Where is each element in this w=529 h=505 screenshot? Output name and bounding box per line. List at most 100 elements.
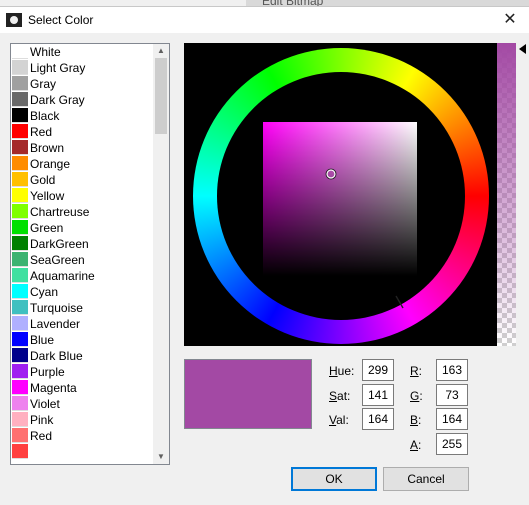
color-name-label: Gray <box>30 77 57 91</box>
list-item[interactable]: Gold <box>11 172 154 188</box>
color-name-label: Magenta <box>30 381 77 395</box>
alpha-gradient <box>497 43 516 346</box>
color-name-label: Blue <box>30 333 55 347</box>
b-field[interactable]: 164 <box>436 408 468 430</box>
sat-field[interactable]: 141 <box>362 384 394 406</box>
list-item[interactable]: Gray <box>11 76 154 92</box>
color-name-label: Aquamarine <box>30 269 95 283</box>
color-swatch <box>12 172 28 187</box>
color-name-label: Lavender <box>30 317 81 331</box>
color-swatch <box>12 140 28 155</box>
color-swatch <box>12 76 28 91</box>
list-item[interactable]: Chartreuse <box>11 204 154 220</box>
list-item[interactable]: Dark Blue <box>11 348 154 364</box>
list-item[interactable]: Violet <box>11 396 154 412</box>
color-name-label: Orange <box>30 157 71 171</box>
list-item[interactable]: Pink <box>11 412 154 428</box>
b-label: B: <box>410 413 422 427</box>
list-item[interactable]: Yellow <box>11 188 154 204</box>
color-swatch <box>12 92 28 107</box>
scroll-up-icon[interactable]: ▲ <box>153 44 169 58</box>
list-item[interactable]: Black <box>11 108 154 124</box>
close-icon[interactable]: ✕ <box>499 10 521 30</box>
cancel-button[interactable]: Cancel <box>383 467 469 491</box>
color-name-label: Dark Blue <box>30 349 83 363</box>
color-swatch <box>12 444 28 459</box>
scroll-down-icon[interactable]: ▼ <box>153 450 169 464</box>
r-field[interactable]: 163 <box>436 359 468 381</box>
list-item[interactable]: Orange <box>11 156 154 172</box>
list-item[interactable]: Lavender <box>11 316 154 332</box>
color-swatch <box>12 124 28 139</box>
color-wheel-svg[interactable] <box>184 43 497 346</box>
list-item[interactable]: Purple <box>11 364 154 380</box>
list-item[interactable]: Light Gray <box>11 60 154 76</box>
list-item[interactable]: Blue <box>11 332 154 348</box>
list-item[interactable]: SeaGreen <box>11 252 154 268</box>
list-item[interactable]: Cyan <box>11 284 154 300</box>
color-swatch <box>12 364 28 379</box>
color-name-label: Red <box>30 125 53 139</box>
color-swatch <box>12 60 28 75</box>
alpha-marker-icon[interactable] <box>519 44 526 54</box>
color-swatch <box>12 284 28 299</box>
color-name-label: Purple <box>30 365 65 379</box>
color-name-label: Chartreuse <box>30 205 90 219</box>
color-swatch <box>12 268 28 283</box>
color-swatch <box>12 412 28 427</box>
list-item[interactable]: Aquamarine <box>11 268 154 284</box>
color-preview <box>184 359 312 429</box>
g-field[interactable]: 73 <box>436 384 468 406</box>
app-icon <box>6 13 22 27</box>
color-name-label: Cyan <box>30 285 59 299</box>
title-bar[interactable]: Select Color ✕ <box>0 7 529 33</box>
list-item[interactable]: Turquoise <box>11 300 154 316</box>
color-name-list[interactable]: White Light Gray Gray Dark Gray Black Red Brow… <box>10 43 170 465</box>
color-swatch <box>12 220 28 235</box>
alpha-slider[interactable] <box>497 43 516 346</box>
color-wheel-area[interactable] <box>184 43 497 346</box>
list-item[interactable] <box>11 444 154 460</box>
val-label: Val: <box>329 413 349 427</box>
color-swatch <box>12 300 28 315</box>
color-swatch <box>12 188 28 203</box>
color-name-label: Black <box>30 109 60 123</box>
r-label: R: <box>410 364 423 378</box>
color-swatch <box>12 156 28 171</box>
list-item[interactable]: White <box>11 44 154 60</box>
hue-field[interactable]: 299 <box>362 359 394 381</box>
color-swatch <box>12 44 28 59</box>
color-name-label: Green <box>30 221 64 235</box>
list-item[interactable]: Green <box>11 220 154 236</box>
color-name-label: Turquoise <box>30 301 83 315</box>
a-field[interactable]: 255 <box>436 433 468 455</box>
color-swatch <box>12 396 28 411</box>
list-item[interactable]: Brown <box>11 140 154 156</box>
color-name-label: Red <box>30 429 53 443</box>
scroll-thumb[interactable] <box>155 58 167 134</box>
list-item[interactable]: Red <box>11 428 154 444</box>
color-name-label: SeaGreen <box>30 253 85 267</box>
color-swatch <box>12 380 28 395</box>
color-swatch <box>12 332 28 347</box>
color-name-label: Pink <box>30 413 54 427</box>
list-item[interactable]: Dark Gray <box>11 92 154 108</box>
color-name-label: DarkGreen <box>30 237 89 251</box>
ok-button[interactable]: OK <box>291 467 377 491</box>
color-swatch <box>12 252 28 267</box>
g-label: G: <box>410 389 423 403</box>
list-item[interactable]: Magenta <box>11 380 154 396</box>
list-scrollbar[interactable]: ▲ ▼ <box>153 44 169 464</box>
color-swatch <box>12 236 28 251</box>
list-item[interactable]: Red <box>11 124 154 140</box>
val-field[interactable]: 164 <box>362 408 394 430</box>
hue-label: Hue: <box>329 364 355 378</box>
list-item[interactable]: DarkGreen <box>11 236 154 252</box>
color-swatch <box>12 316 28 331</box>
sat-label: Sat: <box>329 389 351 403</box>
color-swatch <box>12 348 28 363</box>
color-name-label: Violet <box>30 397 60 411</box>
color-name-label: Brown <box>30 141 65 155</box>
color-name-label: Light Gray <box>30 61 86 75</box>
color-name-label: Gold <box>30 173 56 187</box>
